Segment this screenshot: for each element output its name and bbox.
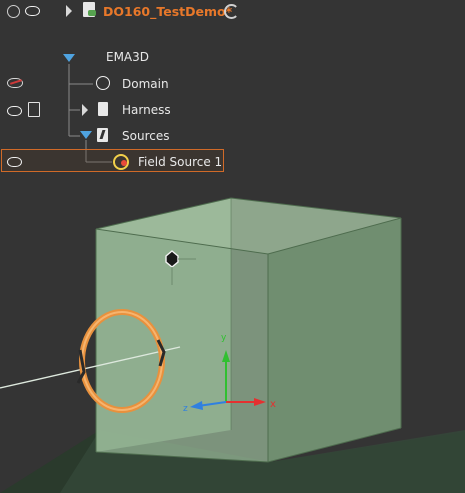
axis-z-label: z <box>183 404 188 414</box>
collapse-arrow-icon[interactable] <box>80 131 92 139</box>
harness-icon <box>98 102 108 116</box>
expand-arrow-icon[interactable] <box>66 5 72 17</box>
axis-y-label: y <box>221 333 227 343</box>
tree-item-harness[interactable]: Harness <box>122 103 171 117</box>
visibility-eye-icon[interactable] <box>7 106 22 116</box>
tree-item-sources[interactable]: Sources <box>122 129 169 143</box>
collapse-arrow-icon[interactable] <box>63 54 75 62</box>
domain-box[interactable] <box>95 197 402 463</box>
tree-item-field-source[interactable]: Field Source 1 <box>138 155 222 169</box>
tree-item-domain[interactable]: Domain <box>122 77 169 91</box>
eye-icon[interactable] <box>7 5 20 18</box>
visibility-eye-icon[interactable] <box>7 157 22 167</box>
field-source-star-icon <box>121 160 127 166</box>
axis-x-label: x <box>270 399 276 410</box>
project-badge-icon <box>88 10 96 16</box>
globe-icon <box>96 76 110 90</box>
tree-root-label[interactable]: EMA3D <box>106 50 149 64</box>
visibility-eye-icon[interactable] <box>25 6 40 16</box>
project-title[interactable]: DO160_TestDemo* <box>103 4 232 19</box>
expand-arrow-icon[interactable] <box>82 104 88 116</box>
sync-icon[interactable] <box>224 4 239 19</box>
edit-icon[interactable] <box>28 102 40 117</box>
